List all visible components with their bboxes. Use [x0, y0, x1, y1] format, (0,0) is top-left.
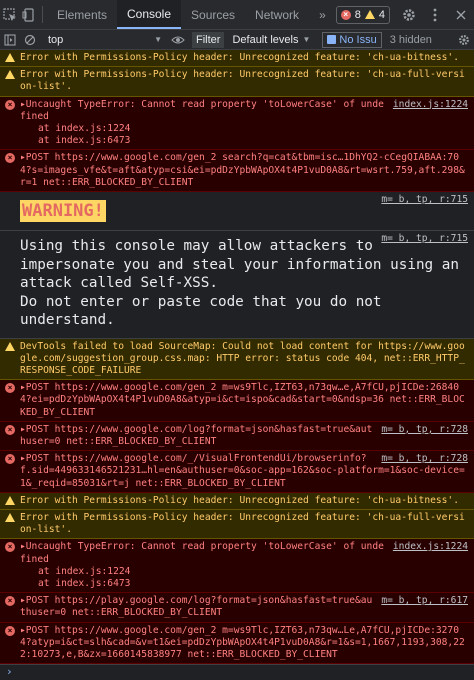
- error-message: × m= b, tp, r:728 ▸POST https://www.google…: [0, 451, 474, 493]
- console-prompt[interactable]: ›: [0, 664, 474, 680]
- issues-icon: [327, 35, 337, 44]
- source-link[interactable]: index.js:1224: [393, 541, 468, 553]
- error-message: × ▸POST https://www.google.com/gen_2 m=ws…: [0, 622, 474, 665]
- eye-icon[interactable]: [168, 30, 188, 50]
- source-link[interactable]: m= b, tp, r:715: [381, 194, 468, 205]
- error-icon: ×: [5, 596, 15, 607]
- stack-trace-line[interactable]: at index.js:1224: [20, 123, 468, 135]
- hidden-count: 3 hidden: [389, 33, 432, 46]
- error-icon: ×: [5, 99, 15, 110]
- tab-network[interactable]: Network: [245, 0, 309, 29]
- source-link[interactable]: m= b, tp, r:728: [381, 453, 468, 465]
- stack-trace-line[interactable]: at index.js:1224: [20, 566, 468, 578]
- inspect-element-icon[interactable]: [0, 0, 19, 29]
- error-message: × ▸POST https://www.google.com/gen_2 sear…: [0, 150, 474, 193]
- message-text[interactable]: ▸POST https://www.google.com/gen_2 m=ws9…: [20, 625, 465, 660]
- error-icon: ×: [5, 383, 15, 394]
- kebab-menu-icon[interactable]: [422, 8, 448, 22]
- message-text[interactable]: ▸POST https://www.google.com/gen_2 m=ws9…: [20, 382, 465, 417]
- error-message: × index.js:1224 ▸Uncaught TypeError: Canno…: [0, 96, 474, 151]
- chevron-down-icon: ▼: [154, 35, 162, 44]
- warning-message: Error with Permissions-Policy header: Un…: [0, 492, 474, 510]
- error-message: × ▸POST https://www.google.com/gen_2 m=ws…: [0, 380, 474, 422]
- log-levels-value: Default levels: [232, 33, 299, 46]
- warning-icon: [5, 53, 15, 62]
- message-text: Error with Permissions-Policy header: Un…: [20, 494, 459, 506]
- message-text[interactable]: ▸Uncaught TypeError: Cannot read propert…: [20, 541, 384, 564]
- warning-icon: [5, 495, 15, 505]
- console-filter-bar: top ▼ Filter Default levels ▼ No Issu 3 …: [0, 30, 474, 50]
- warning-count: 4: [378, 8, 385, 21]
- warning-icon: [5, 341, 15, 351]
- stack-trace-line[interactable]: at index.js:6473: [20, 135, 468, 147]
- tab-sources[interactable]: Sources: [181, 0, 245, 29]
- warning-message: Error with Permissions-Policy header: Un…: [0, 509, 474, 540]
- gear-icon[interactable]: [396, 8, 422, 22]
- source-link[interactable]: m= b, tp, r:728: [381, 424, 468, 436]
- error-message: × index.js:1224 ▸Uncaught TypeError: Canno…: [0, 539, 474, 594]
- context-selector[interactable]: top ▼: [40, 34, 168, 46]
- error-icon: ×: [340, 9, 351, 20]
- console-settings-gear-icon[interactable]: [454, 30, 474, 50]
- prompt-chevron-icon: ›: [6, 665, 13, 678]
- warning-message: Error with Permissions-Policy header: Un…: [0, 67, 474, 97]
- error-icon: ×: [5, 424, 15, 435]
- stack-trace-line[interactable]: at index.js:6473: [20, 578, 468, 590]
- clear-console-icon[interactable]: [20, 30, 40, 50]
- source-link[interactable]: m= b, tp, r:617: [381, 595, 468, 607]
- filter-input[interactable]: Filter: [192, 31, 225, 48]
- warning-message: Error with Permissions-Policy header: Un…: [0, 50, 474, 68]
- message-text[interactable]: ▸POST https://play.google.com/log?format…: [20, 595, 372, 618]
- error-message: × m= b, tp, r:617 ▸POST https://play.googl…: [0, 593, 474, 623]
- message-text[interactable]: ▸Uncaught TypeError: Cannot read propert…: [20, 99, 384, 122]
- log-levels-dropdown[interactable]: Default levels ▼: [232, 34, 310, 46]
- error-icon: ×: [5, 625, 15, 636]
- close-icon[interactable]: [448, 10, 474, 20]
- error-icon: ×: [5, 454, 15, 465]
- error-warning-counter[interactable]: × 8 4: [335, 5, 390, 24]
- warning-heading: WARNING!: [20, 200, 106, 223]
- message-text[interactable]: ▸POST https://www.google.com/log?format=…: [20, 424, 372, 447]
- message-text[interactable]: ▸POST https://www.google.com/gen_2 searc…: [20, 152, 465, 187]
- warning-icon: [364, 10, 375, 19]
- error-icon: ×: [5, 153, 15, 164]
- warning-message: DevTools failed to load SourceMap: Could…: [0, 338, 474, 381]
- device-toolbar-icon[interactable]: [19, 0, 38, 29]
- message-text: DevTools failed to load SourceMap: Could…: [20, 340, 465, 376]
- message-text: Error with Permissions-Policy header: Un…: [20, 511, 465, 536]
- self-xss-text: Using this console may allow attackers t…: [20, 238, 459, 329]
- message-text: Error with Permissions-Policy header: Un…: [20, 52, 459, 63]
- issues-button[interactable]: No Issu: [322, 31, 382, 48]
- source-link[interactable]: m= b, tp, r:715: [381, 233, 468, 244]
- self-xss-message: m= b, tp, r:715 Using this console may al…: [0, 231, 474, 339]
- warning-icon: [5, 512, 15, 522]
- error-message: × m= b, tp, r:728 ▸POST https://www.google…: [0, 421, 474, 452]
- sidebar-toggle-icon[interactable]: [0, 30, 20, 50]
- devtools-toolbar: Elements Console Sources Network » × 8 4: [0, 0, 474, 30]
- error-icon: ×: [5, 542, 15, 553]
- console-messages: Error with Permissions-Policy header: Un…: [0, 50, 474, 680]
- issues-label: No Issu: [339, 33, 377, 46]
- self-xss-warning-banner: m= b, tp, r:715 WARNING!: [0, 192, 474, 232]
- more-tabs-button[interactable]: »: [309, 0, 336, 29]
- tab-console[interactable]: Console: [116, 0, 182, 29]
- warning-icon: [5, 70, 15, 80]
- context-value: top: [48, 33, 64, 46]
- tab-elements[interactable]: Elements: [47, 0, 117, 29]
- toolbar-divider: [42, 6, 43, 23]
- source-link[interactable]: index.js:1224: [393, 99, 468, 111]
- chevron-down-icon: ▼: [302, 35, 311, 44]
- message-text: Error with Permissions-Policy header: Un…: [20, 69, 465, 93]
- issue-badges: × 8 4: [335, 0, 474, 29]
- error-count: 8: [354, 8, 361, 21]
